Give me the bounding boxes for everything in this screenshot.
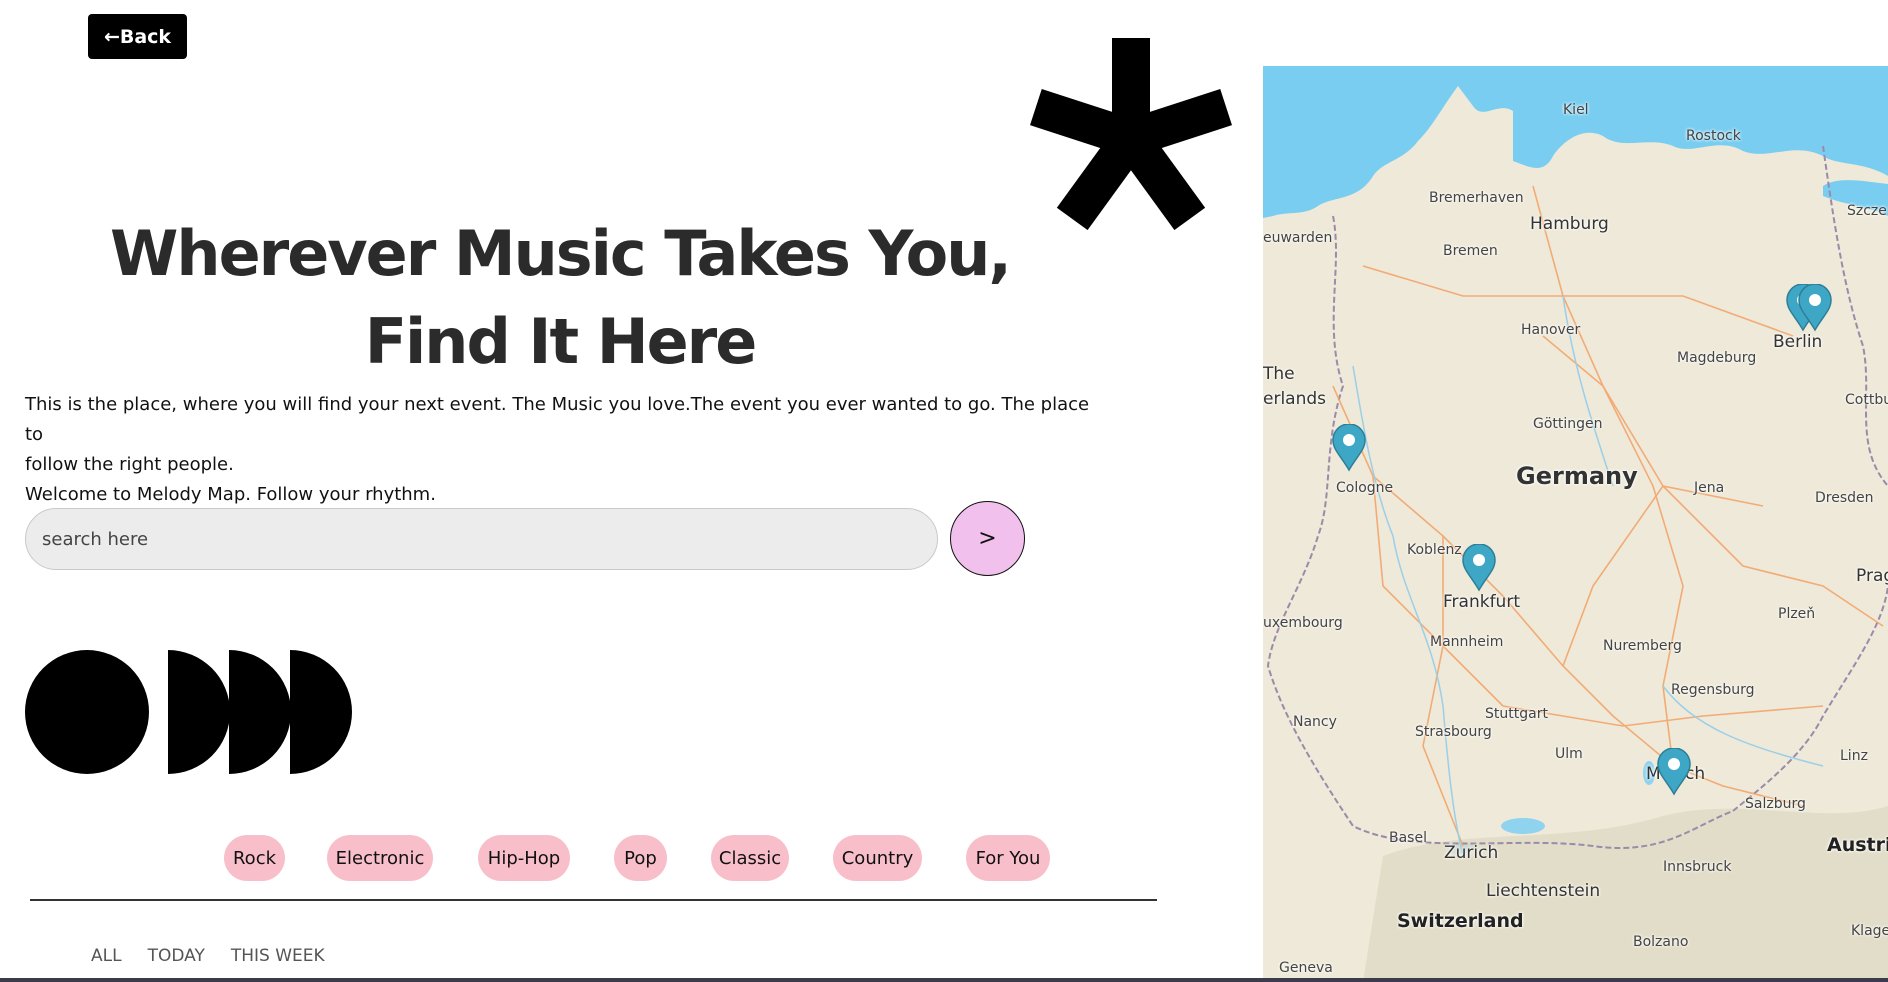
map-label-klagenfurt: Klagenfur [1851, 923, 1888, 939]
full-circle-shape [25, 650, 149, 774]
hero-title-line-1: Wherever Music Takes You, [110, 217, 1012, 290]
map-label-luxembourg: uxembourg [1263, 615, 1343, 631]
map-label-bremerhaven: Bremerhaven [1429, 190, 1524, 206]
map-label-nancy: Nancy [1293, 714, 1337, 730]
map-label-kiel: Kiel [1563, 102, 1589, 118]
genre-electronic-button[interactable]: Electronic [327, 835, 433, 881]
event-map[interactable]: Kiel Rostock Bremerhaven Hamburg Szcze e… [1263, 66, 1888, 982]
map-pin-berlin-2[interactable] [1797, 284, 1833, 332]
intro-text: This is the place, where you will find y… [25, 390, 1105, 510]
map-pin-munich[interactable] [1656, 748, 1692, 796]
map-label-innsbruck: Innsbruck [1663, 859, 1732, 875]
search-input[interactable] [25, 508, 938, 570]
hero-title: Wherever Music Takes You, Find It Here [60, 210, 1060, 386]
half-circle-shape-2 [229, 650, 291, 774]
date-filter-tabs: ALL TODAY THIS WEEK [91, 946, 325, 966]
map-label-cottbus: Cottbus [1845, 392, 1888, 408]
map-label-plzen: Plzeň [1778, 606, 1816, 622]
genre-for-you-button[interactable]: For You [966, 835, 1050, 881]
map-label-frankfurt: Frankfurt [1443, 592, 1520, 612]
tab-this-week[interactable]: THIS WEEK [231, 946, 325, 966]
map-label-berlin: Berlin [1773, 332, 1823, 352]
intro-line-1: This is the place, where you will find y… [25, 394, 1090, 445]
map-label-ulm: Ulm [1555, 746, 1583, 762]
genre-pop-button[interactable]: Pop [614, 835, 667, 881]
bottom-edge [0, 978, 1888, 982]
hero-title-line-2: Find It Here [364, 305, 758, 378]
map-label-prague: Pragu [1856, 566, 1888, 586]
map-label-austria: Austria [1827, 834, 1888, 856]
map-label-leeuwarden: euwarden [1263, 230, 1333, 246]
genre-classic-button[interactable]: Classic [711, 835, 789, 881]
half-circle-shape-3 [290, 650, 352, 774]
back-button[interactable]: ←Back [88, 14, 187, 59]
map-label-cologne: Cologne [1336, 480, 1394, 496]
asterisk-decoration [1030, 38, 1232, 230]
map-label-hamburg: Hamburg [1530, 214, 1609, 234]
intro-line-2: follow the right people. [25, 454, 234, 475]
genre-rock-button[interactable]: Rock [224, 835, 285, 881]
map-pin-cologne[interactable] [1331, 424, 1367, 472]
map-label-salzburg: Salzburg [1745, 796, 1806, 812]
map-label-szczecin: Szcze [1847, 203, 1887, 219]
map-label-the: The [1263, 364, 1295, 384]
map-label-jena: Jena [1694, 480, 1725, 496]
logo-shapes [25, 650, 352, 774]
tab-today[interactable]: TODAY [148, 946, 205, 966]
map-label-basel: Basel [1389, 830, 1427, 846]
map-pin-frankfurt[interactable] [1461, 544, 1497, 592]
map-label-rostock: Rostock [1686, 128, 1741, 144]
map-label-switzerland: Switzerland [1397, 910, 1524, 932]
tab-all[interactable]: ALL [91, 946, 122, 966]
map-label-linz: Linz [1840, 748, 1868, 764]
map-label-hanover: Hanover [1521, 322, 1581, 338]
map-label-germany: Germany [1516, 462, 1638, 490]
half-circle-shape-1 [168, 650, 230, 774]
map-label-strasbourg: Strasbourg [1415, 724, 1492, 740]
map-label-regensburg: Regensburg [1671, 682, 1755, 698]
map-label-koblenz: Koblenz [1407, 542, 1462, 558]
map-label-magdeburg: Magdeburg [1677, 350, 1757, 366]
genre-country-button[interactable]: Country [833, 835, 922, 881]
map-label-geneva: Geneva [1279, 960, 1333, 976]
map-label-nuremberg: Nuremberg [1603, 638, 1682, 654]
map-label-gottingen: Göttingen [1533, 416, 1603, 432]
map-base [1263, 66, 1888, 982]
genre-filter-bar: Rock Electronic Hip-Hop Pop Classic Coun… [224, 835, 1050, 881]
map-label-liechtenstein: Liechtenstein [1486, 881, 1601, 901]
intro-line-3: Welcome to Melody Map. Follow your rhyth… [25, 484, 436, 505]
map-label-mannheim: Mannheim [1430, 634, 1504, 650]
map-label-zurich: Zurich [1444, 843, 1499, 863]
map-label-dresden: Dresden [1815, 490, 1874, 506]
map-label-bremen: Bremen [1443, 243, 1498, 259]
map-label-stuttgart: Stuttgart [1485, 706, 1548, 722]
map-label-bolzano: Bolzano [1633, 934, 1689, 950]
section-divider [30, 899, 1157, 901]
genre-hiphop-button[interactable]: Hip-Hop [478, 835, 570, 881]
search-submit-button[interactable]: > [950, 501, 1025, 576]
map-label-netherlands: erlands [1263, 389, 1327, 409]
